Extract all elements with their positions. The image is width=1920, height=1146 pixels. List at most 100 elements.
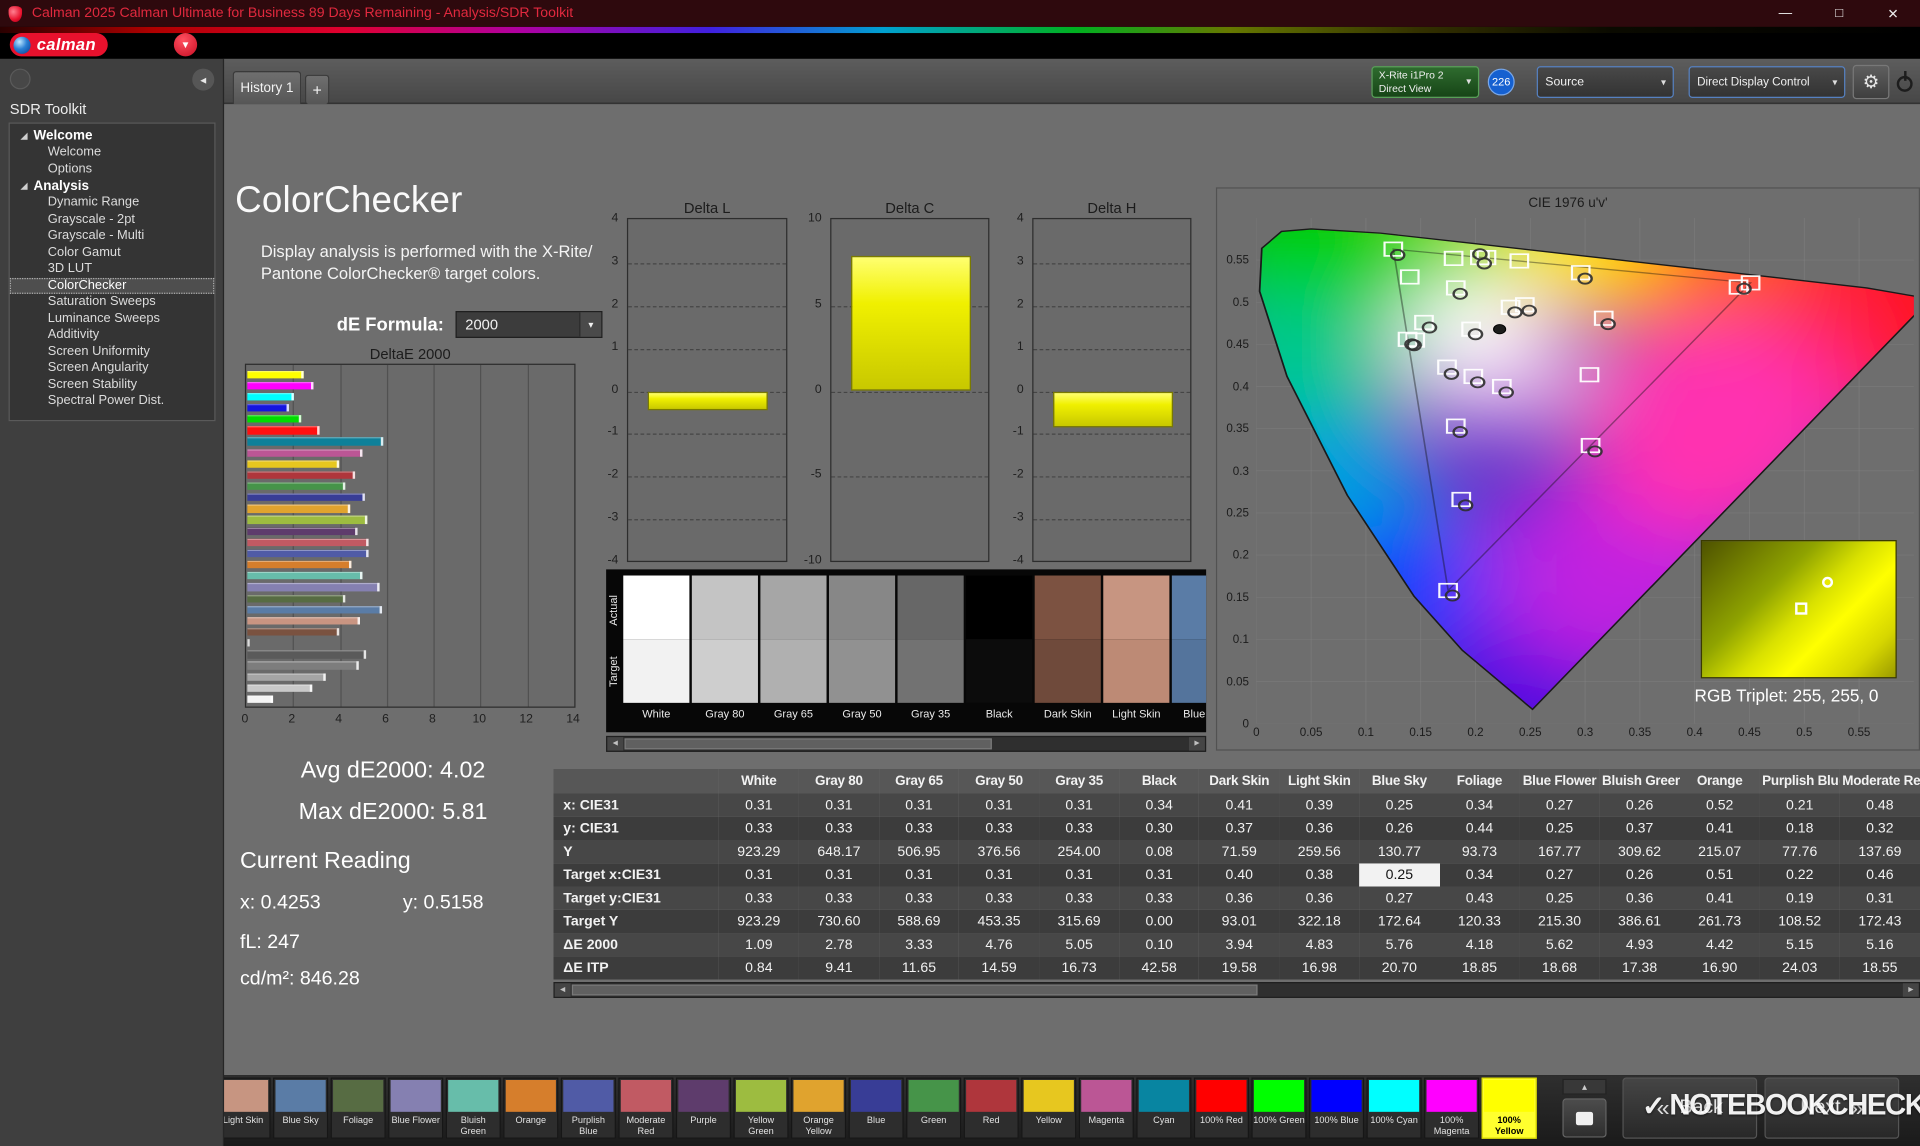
patch-button-purplish-blue[interactable]: Purplish Blue (560, 1077, 616, 1139)
strip-patch-label: Black (985, 707, 1013, 720)
swatch-strip-scrollbar[interactable]: ◄ ► (606, 735, 1207, 752)
scrollbar-thumb[interactable] (571, 984, 1258, 996)
settings-button[interactable]: ⚙ (1852, 64, 1890, 100)
table-scrollbar[interactable]: ◄ ► (553, 982, 1920, 998)
patch-toolbar: Light Skin Blue Sky Foliage Blue Flower Blui… (224, 1075, 1920, 1146)
tree-expander-icon: ◢ (20, 132, 28, 141)
scroll-left-arrow-icon[interactable]: ◄ (607, 737, 624, 751)
patch-button-100-magenta[interactable]: 100% Magenta (1424, 1077, 1480, 1139)
sidebar-item-grayscale-multi[interactable]: Grayscale - Multi (10, 228, 214, 245)
cell: 0.25 (1359, 863, 1440, 887)
patch-button-100-blue[interactable]: 100% Blue (1308, 1077, 1365, 1139)
display-control-dropdown[interactable]: Direct Display Control ▾ (1688, 66, 1846, 98)
scroll-left-arrow-icon[interactable]: ◄ (554, 983, 571, 997)
patch-button-purple[interactable]: Purple (675, 1077, 732, 1139)
actual-swatch (1034, 575, 1101, 640)
de-formula-select[interactable]: 2000 ▾ (455, 311, 603, 338)
cell: 0.19 (1759, 886, 1840, 910)
sidebar-item-screen-angularity[interactable]: Screen Angularity (10, 360, 214, 377)
patch-button-orange-yellow[interactable]: Orange Yellow (791, 1077, 847, 1139)
delta-h-plot (1032, 217, 1192, 563)
target-swatch (691, 639, 758, 703)
delta-l-axis: 4 3 2 1 0 -1 -2 -3 -4 (590, 212, 622, 567)
sidebar-options-button[interactable] (9, 68, 31, 90)
pattern-window-button[interactable] (1562, 1098, 1607, 1138)
back-button[interactable]: « Back (1622, 1077, 1758, 1139)
scroll-right-arrow-icon[interactable]: ► (1188, 737, 1205, 751)
sidebar-item-welcome[interactable]: Welcome (10, 144, 214, 161)
axis-tick-label: 0.05 (1299, 726, 1323, 740)
sidebar-item-screen-stability[interactable]: Screen Stability (10, 377, 214, 394)
tree-section-welcome[interactable]: ◢ Welcome (10, 127, 214, 144)
cell: 322.18 (1279, 909, 1360, 934)
logo-menu-button[interactable]: ▼ (173, 33, 198, 57)
patch-button-100-cyan[interactable]: 100% Cyan (1366, 1077, 1422, 1139)
patch-button-moderate-red[interactable]: Moderate Red (618, 1077, 674, 1139)
close-button[interactable]: ✕ (1866, 0, 1920, 27)
cie-yaxis: 0 0.05 0.1 0.15 0.2 0.25 0.3 0.35 0.4 0.45 0.5 0.55 (1217, 218, 1253, 731)
minimize-button[interactable]: — (1758, 0, 1812, 27)
scroll-right-arrow-icon[interactable]: ► (1902, 983, 1919, 997)
next-button[interactable]: Next » (1764, 1077, 1900, 1139)
cell: 0.31 (1039, 793, 1120, 817)
patch-button-blue-flower[interactable]: Blue Flower (388, 1077, 444, 1139)
sidebar-item-additivity[interactable]: Additivity (10, 327, 214, 344)
sidebar-item-options[interactable]: Options (10, 161, 214, 178)
patch-button-100-red[interactable]: 100% Red (1193, 1077, 1249, 1139)
patch-button-cyan[interactable]: Cyan (1136, 1077, 1192, 1139)
power-icon[interactable] (1894, 71, 1916, 93)
gridline (628, 519, 787, 521)
delta-h-axis: 4 3 2 1 0 -1 -2 -3 -4 (996, 212, 1028, 567)
patch-button-100-yellow[interactable]: 100% Yellow (1481, 1077, 1537, 1139)
sidebar-item-dynamic-range[interactable]: Dynamic Range (10, 195, 214, 212)
patch-button-blue-sky[interactable]: Blue Sky (273, 1077, 329, 1139)
patch-button-yellow-green[interactable]: Yellow Green (733, 1077, 789, 1139)
patch-button-100-green[interactable]: 100% Green (1251, 1077, 1307, 1139)
patch-button-magenta[interactable]: Magenta (1078, 1077, 1134, 1139)
cell: 0.39 (1279, 793, 1360, 817)
patch-button-foliage[interactable]: Foliage (330, 1077, 386, 1139)
patch-button-blue[interactable]: Blue (848, 1077, 904, 1139)
cell: 315.69 (1039, 909, 1120, 934)
de-formula-value: 2000 (465, 315, 499, 334)
sidebar-tree: ◢ Welcome Welcome Options ◢ Analysis Dynamic R… (8, 122, 216, 422)
deltae-bar-yellow (247, 460, 339, 468)
sidebar-item-spectral-power-dist[interactable]: Spectral Power Dist. (10, 393, 214, 410)
history-tab[interactable]: History 1 (232, 71, 302, 105)
scrollbar-thumb[interactable] (624, 738, 992, 750)
target-swatch (966, 639, 1033, 703)
patch-button-red[interactable]: Red (963, 1077, 1019, 1139)
patch-button-yellow[interactable]: Yellow (1021, 1077, 1077, 1139)
patch-button-bluish-green[interactable]: Bluish Green (445, 1077, 501, 1139)
collapse-sidebar-button[interactable]: ◄ (192, 68, 215, 91)
actual-swatch (1103, 575, 1170, 640)
patch-button-light-skin[interactable]: Light Skin (224, 1077, 271, 1139)
patch-button-green[interactable]: Green (906, 1077, 962, 1139)
source-dropdown[interactable]: Source ▾ (1536, 66, 1674, 98)
target-row-label: Target (607, 655, 620, 687)
sidebar-item-color-gamut[interactable]: Color Gamut (10, 244, 214, 261)
deltae-bar-light-skin (247, 616, 361, 625)
cell: 9.41 (798, 956, 879, 980)
meter-count-badge[interactable]: 226 (1487, 68, 1515, 96)
sidebar-item-screen-uniformity[interactable]: Screen Uniformity (10, 343, 214, 360)
sidebar-item-3d-lut[interactable]: 3D LUT (10, 261, 214, 278)
collapse-toolbar-button[interactable]: ▴ (1562, 1078, 1607, 1095)
cell: 0.37 (1199, 816, 1280, 840)
table-row-y: Y 923.29 648.17 506.95 376.56 254.00 0.08 71.59… (553, 840, 1920, 864)
sidebar-item-luminance-sweeps[interactable]: Luminance Sweeps (10, 310, 214, 327)
strip-patch-dark-skin: Dark Skin (1034, 575, 1101, 720)
patch-swatch (1253, 1080, 1305, 1112)
maximize-button[interactable]: □ (1812, 0, 1866, 27)
axis-tick-label: 4 (335, 712, 343, 727)
sidebar: ◄ SDR Toolkit ◢ Welcome Welcome Options ◢ Ana… (0, 58, 225, 1146)
sidebar-item-colorchecker[interactable]: ColorChecker (9, 277, 215, 294)
calman-logo[interactable]: calman (9, 33, 109, 57)
tree-section-analysis[interactable]: ◢ Analysis (10, 178, 214, 195)
cell: 0.18 (1759, 816, 1840, 840)
meter-dropdown[interactable]: X-Rite i1Pro 2 Direct View ▾ (1371, 66, 1480, 98)
patch-button-orange[interactable]: Orange (503, 1077, 559, 1139)
add-history-tab-button[interactable]: + (304, 74, 330, 105)
sidebar-item-grayscale-2pt[interactable]: Grayscale - 2pt (10, 211, 214, 228)
sidebar-item-saturation-sweeps[interactable]: Saturation Sweeps (10, 294, 214, 311)
